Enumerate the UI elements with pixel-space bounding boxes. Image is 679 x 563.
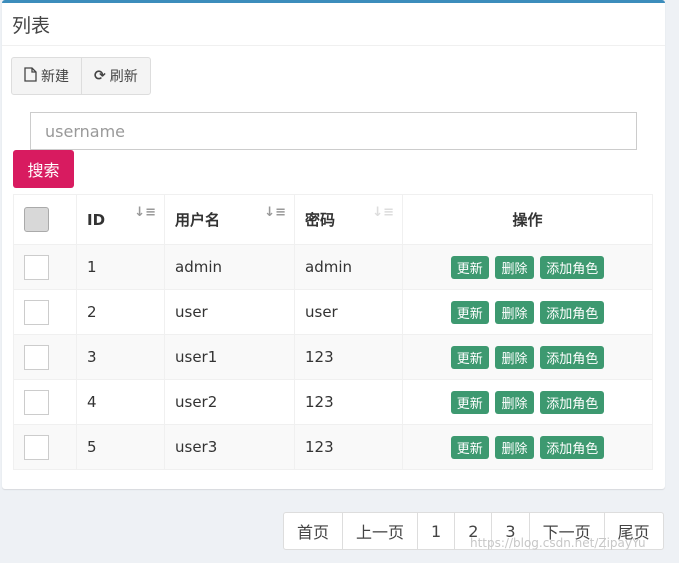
cell-id: 5	[76, 424, 165, 470]
delete-button[interactable]: 删除	[495, 345, 534, 369]
add-role-button[interactable]: 添加角色	[540, 390, 605, 414]
page-first[interactable]: 首页	[284, 513, 342, 549]
page-1[interactable]: 1	[417, 513, 454, 549]
search-input[interactable]	[30, 112, 637, 150]
new-button[interactable]: 新建	[12, 58, 81, 94]
cell-username: user1	[164, 334, 295, 380]
row-checkbox[interactable]	[24, 434, 49, 460]
cell-id: 2	[76, 289, 165, 335]
row-checkbox[interactable]	[24, 344, 49, 370]
add-role-button[interactable]: 添加角色	[540, 435, 605, 459]
file-icon	[24, 66, 37, 86]
row-checkbox-cell	[13, 379, 77, 425]
new-button-label: 新建	[41, 69, 69, 85]
cell-id: 3	[76, 334, 165, 380]
select-all-checkbox[interactable]	[24, 207, 49, 232]
row-checkbox[interactable]	[24, 254, 49, 280]
update-button[interactable]: 更新	[450, 345, 489, 369]
update-button[interactable]: 更新	[450, 390, 489, 414]
cell-username: admin	[164, 244, 295, 290]
add-role-button[interactable]: 添加角色	[540, 345, 605, 369]
header-id[interactable]: ID ↓≡	[76, 194, 165, 245]
delete-button[interactable]: 删除	[495, 435, 534, 459]
sort-icon: ↓≡	[134, 205, 156, 220]
cell-actions: 更新 删除 添加角色	[402, 244, 653, 290]
row-checkbox-cell	[13, 289, 77, 335]
cell-username: user2	[164, 379, 295, 425]
header-actions: 操作	[402, 194, 653, 245]
row-checkbox-cell	[13, 424, 77, 470]
row-checkbox[interactable]	[24, 299, 49, 325]
table-row: 4 user2 123 更新 删除 添加角色	[13, 379, 653, 425]
add-role-button[interactable]: 添加角色	[540, 300, 605, 324]
header-username[interactable]: 用户名 ↓≡	[164, 194, 295, 245]
row-checkbox[interactable]	[24, 389, 49, 415]
header-password[interactable]: 密码 ↓≡	[294, 194, 403, 245]
cell-id: 4	[76, 379, 165, 425]
delete-button[interactable]: 删除	[495, 300, 534, 324]
table-row: 5 user3 123 更新 删除 添加角色	[13, 424, 653, 470]
update-button[interactable]: 更新	[450, 300, 489, 324]
table-row: 3 user1 123 更新 删除 添加角色	[13, 334, 653, 380]
cell-password: user	[294, 289, 403, 335]
cell-actions: 更新 删除 添加角色	[402, 379, 653, 425]
cell-actions: 更新 删除 添加角色	[402, 334, 653, 380]
add-role-button[interactable]: 添加角色	[540, 255, 605, 279]
delete-button[interactable]: 删除	[495, 390, 534, 414]
cell-password: 123	[294, 334, 403, 380]
row-checkbox-cell	[13, 334, 77, 380]
watermark: https://blog.csdn.net/ZipayYu	[470, 536, 646, 550]
page-prev[interactable]: 上一页	[342, 513, 417, 549]
toolbar: 新建 ⟳ 刷新	[11, 57, 151, 95]
refresh-icon: ⟳	[94, 68, 106, 84]
cell-password: 123	[294, 379, 403, 425]
sort-icon: ↓≡	[264, 205, 286, 220]
sort-icon: ↓≡	[372, 205, 394, 220]
cell-username: user3	[164, 424, 295, 470]
cell-username: user	[164, 289, 295, 335]
delete-button[interactable]: 删除	[495, 255, 534, 279]
row-checkbox-cell	[13, 244, 77, 290]
header-checkbox-cell	[13, 194, 77, 245]
cell-id: 1	[76, 244, 165, 290]
cell-actions: 更新 删除 添加角色	[402, 289, 653, 335]
update-button[interactable]: 更新	[450, 255, 489, 279]
cell-password: admin	[294, 244, 403, 290]
update-button[interactable]: 更新	[450, 435, 489, 459]
refresh-button[interactable]: ⟳ 刷新	[81, 58, 150, 94]
user-table: ID ↓≡ 用户名 ↓≡ 密码 ↓≡ 操作 1 admin admin 更新 删…	[13, 194, 653, 470]
search-button[interactable]: 搜索	[13, 150, 74, 188]
table-row: 2 user user 更新 删除 添加角色	[13, 289, 653, 335]
cell-actions: 更新 删除 添加角色	[402, 424, 653, 470]
table-header-row: ID ↓≡ 用户名 ↓≡ 密码 ↓≡ 操作	[13, 194, 653, 245]
panel-title: 列表	[2, 3, 665, 46]
refresh-button-label: 刷新	[109, 69, 138, 85]
cell-password: 123	[294, 424, 403, 470]
table-row: 1 admin admin 更新 删除 添加角色	[13, 244, 653, 290]
